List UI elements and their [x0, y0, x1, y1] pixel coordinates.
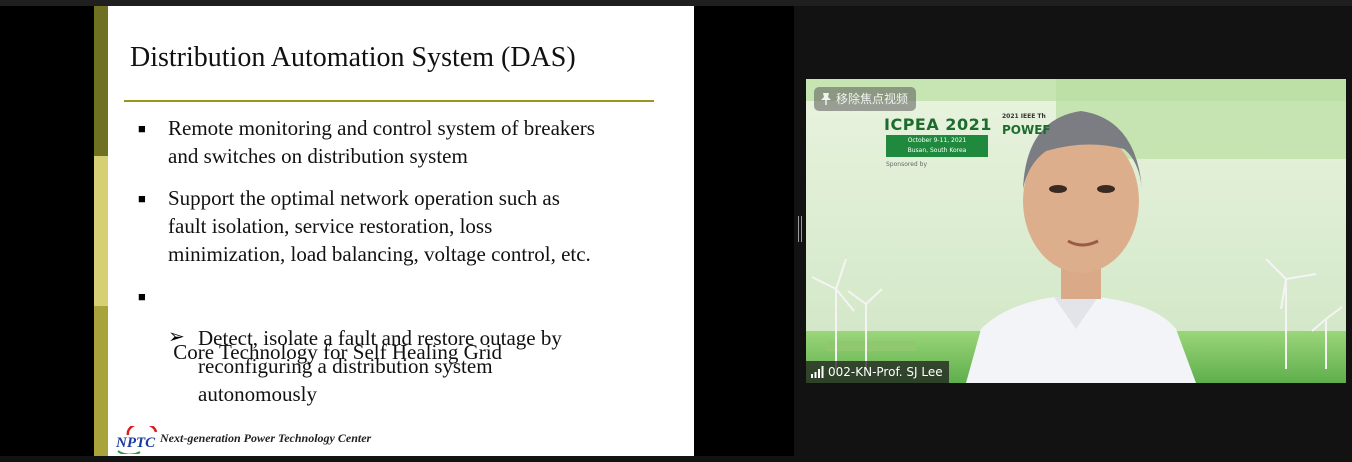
footer-text: Next-generation Power Technology Center — [160, 431, 372, 445]
banner-date: October 9-11, 2021 Busan, South Korea — [886, 135, 988, 157]
participant-name: 002-KN-Prof. SJ Lee — [828, 365, 943, 379]
sub-bullet: Detect, isolate a fault and restore outa… — [198, 324, 562, 408]
resize-handle[interactable] — [798, 216, 803, 242]
title-rule — [124, 100, 654, 102]
bullet-1: Remote monitoring and control system of … — [168, 114, 595, 170]
banner-small-text: 2021 IEEE Th — [1002, 113, 1046, 120]
sub-bullet-line-1: Detect, isolate a fault and restore outa… — [198, 326, 562, 350]
slide-stripe-light — [94, 156, 108, 306]
bullet-icon: ■ — [138, 289, 146, 304]
unpin-video-button[interactable]: 移除焦点视频 — [814, 87, 917, 111]
participant-name-tag: 002-KN-Prof. SJ Lee — [806, 361, 949, 383]
bullet-1-line-2: and switches on distribution system — [168, 144, 468, 168]
signal-icon — [811, 366, 824, 378]
banner-logo: ICPEA 2021 — [884, 115, 992, 134]
speaker-video[interactable]: ICPEA 2021 October 9-11, 2021 Busan, Sou… — [806, 79, 1346, 383]
arrow-bullet-icon: ➢ — [168, 326, 185, 348]
bullet-2-line-3: minimization, load balancing, voltage co… — [168, 242, 591, 266]
slide-stripe-dark — [94, 6, 108, 156]
sub-bullet-line-3: autonomously — [198, 382, 317, 406]
bullet-2-line-2: fault isolation, service restoration, lo… — [168, 214, 493, 238]
slide-title: Distribution Automation System (DAS) — [130, 42, 576, 73]
banner-date-line-2: Busan, South Korea — [907, 147, 967, 154]
bullet-2-line-1: Support the optimal network operation su… — [168, 186, 560, 210]
unpin-video-label: 移除焦点视频 — [836, 92, 909, 106]
shared-slide: Distribution Automation System (DAS) ■ R… — [94, 6, 694, 456]
unpin-icon — [821, 93, 831, 105]
bullet-icon: ■ — [138, 121, 146, 136]
nptc-logo: NPTC — [115, 426, 158, 454]
slide-stripe-mid — [94, 306, 108, 456]
sub-bullet-line-2: reconfiguring a distribution system — [198, 354, 493, 378]
bullet-icon: ■ — [138, 191, 146, 206]
bullet-2: Support the optimal network operation su… — [168, 184, 591, 268]
banner-date-line-1: October 9-11, 2021 — [907, 137, 967, 144]
banner-power-text: POWEF — [1002, 123, 1051, 137]
banner-sponsor: Sponsored by — [886, 161, 927, 168]
logo-text: NPTC — [115, 435, 156, 451]
bullet-1-line-1: Remote monitoring and control system of … — [168, 116, 595, 140]
